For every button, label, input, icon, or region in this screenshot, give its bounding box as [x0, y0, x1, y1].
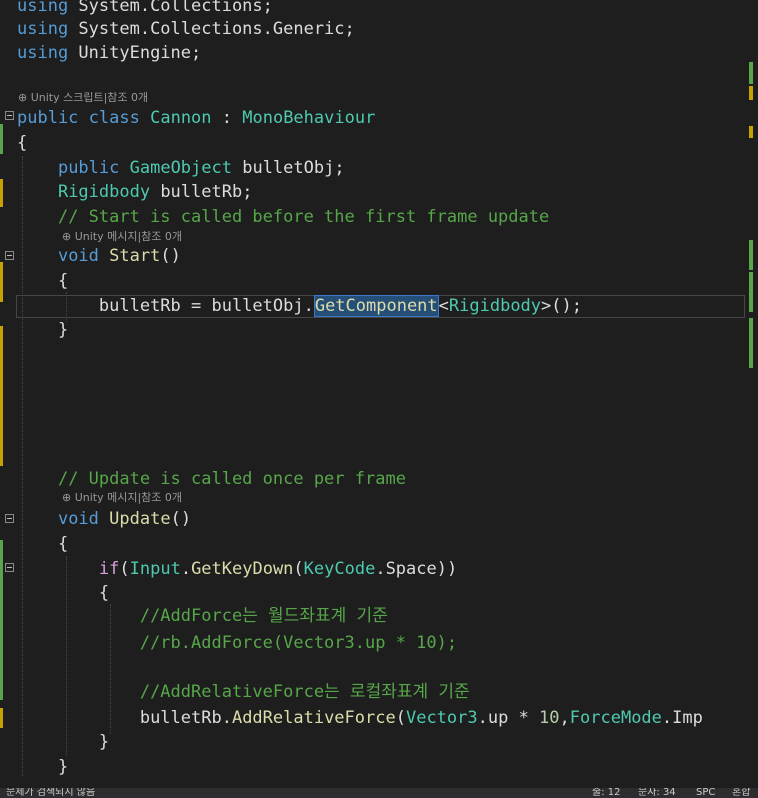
- code-line-field-bulletobj[interactable]: public GameObject bulletObj;: [17, 158, 345, 178]
- change-bar: [0, 708, 3, 728]
- column-number[interactable]: 문자: 34: [638, 788, 676, 798]
- code-line-comment-addrelativeforce[interactable]: //AddRelativeForce는 로컬좌표계 기준: [17, 682, 470, 702]
- fold-toggle[interactable]: [5, 563, 14, 572]
- code-line-comment-update[interactable]: // Update is called once per frame: [17, 469, 406, 489]
- code-line-update-open-brace[interactable]: {: [17, 534, 68, 554]
- code-line-comment-start[interactable]: // Start is called before the first fram…: [17, 207, 549, 227]
- fold-toggle[interactable]: [5, 514, 14, 523]
- codelens-update-references[interactable]: ⊕ Unity 메시지|참조 0개: [62, 491, 182, 505]
- code-line-start-close-brace[interactable]: }: [17, 320, 68, 340]
- scrollbar-marker: [749, 86, 753, 100]
- selected-word-getcomponent[interactable]: GetComponent: [313, 295, 439, 317]
- code-line-addrelativeforce-call[interactable]: bulletRb.AddRelativeForce(Vector3.up * 1…: [17, 708, 703, 728]
- status-bar: 문제가 검색되지 않음 줄: 12 문자: 34 SPC 혼합: [0, 788, 758, 798]
- codelens-class-references[interactable]: ⊕ Unity 스크립트|참조 0개: [18, 91, 148, 105]
- code-line-using-unityengine[interactable]: using UnityEngine;: [17, 43, 201, 63]
- change-bar: [0, 179, 3, 207]
- whitespace-mode[interactable]: SPC: [696, 788, 715, 798]
- scrollbar-marker: [749, 318, 753, 368]
- code-line-class-open-brace[interactable]: {: [17, 133, 27, 153]
- codelens-start-references[interactable]: ⊕ Unity 메시지|참조 0개: [62, 230, 182, 244]
- scrollbar-marker: [749, 240, 753, 270]
- change-bar: [0, 540, 3, 700]
- code-line-start-open-brace[interactable]: {: [17, 271, 68, 291]
- line-ending-mode[interactable]: 혼합: [732, 788, 750, 798]
- code-line-comment-addforce[interactable]: //AddForce는 월드좌표계 기준: [17, 606, 388, 626]
- fold-toggle[interactable]: [5, 251, 14, 260]
- code-line-using-collections[interactable]: using System.Collections;: [17, 0, 273, 16]
- scrollbar-marker: [749, 62, 753, 84]
- change-bar: [0, 326, 3, 466]
- code-line-update-signature[interactable]: void Update(): [17, 509, 191, 529]
- change-bar: [0, 262, 3, 302]
- code-line-field-bulletrb[interactable]: Rigidbody bulletRb;: [17, 182, 252, 202]
- code-line-if-getkeydown[interactable]: if(Input.GetKeyDown(KeyCode.Space)): [17, 559, 457, 579]
- code-line-if-close-brace[interactable]: }: [17, 732, 109, 752]
- code-line-using-generic[interactable]: using System.Collections.Generic;: [17, 19, 355, 39]
- code-line-getcomponent[interactable]: bulletRb = bulletObj.GetComponent<Rigidb…: [17, 295, 582, 317]
- code-line-update-close-brace[interactable]: }: [17, 757, 68, 777]
- code-line-class-declaration[interactable]: public class Cannon : MonoBehaviour: [17, 108, 375, 128]
- fold-toggle[interactable]: [5, 111, 14, 120]
- problems-status[interactable]: 문제가 검색되지 않음: [6, 788, 95, 798]
- line-number[interactable]: 줄: 12: [592, 788, 620, 798]
- scrollbar-marker: [749, 126, 753, 138]
- change-bar: [0, 124, 3, 154]
- code-line-if-open-brace[interactable]: {: [17, 583, 109, 603]
- code-line-comment-rb-addforce[interactable]: //rb.AddForce(Vector3.up * 10);: [17, 633, 457, 653]
- scrollbar-marker: [749, 272, 753, 312]
- code-line-start-signature[interactable]: void Start(): [17, 246, 181, 266]
